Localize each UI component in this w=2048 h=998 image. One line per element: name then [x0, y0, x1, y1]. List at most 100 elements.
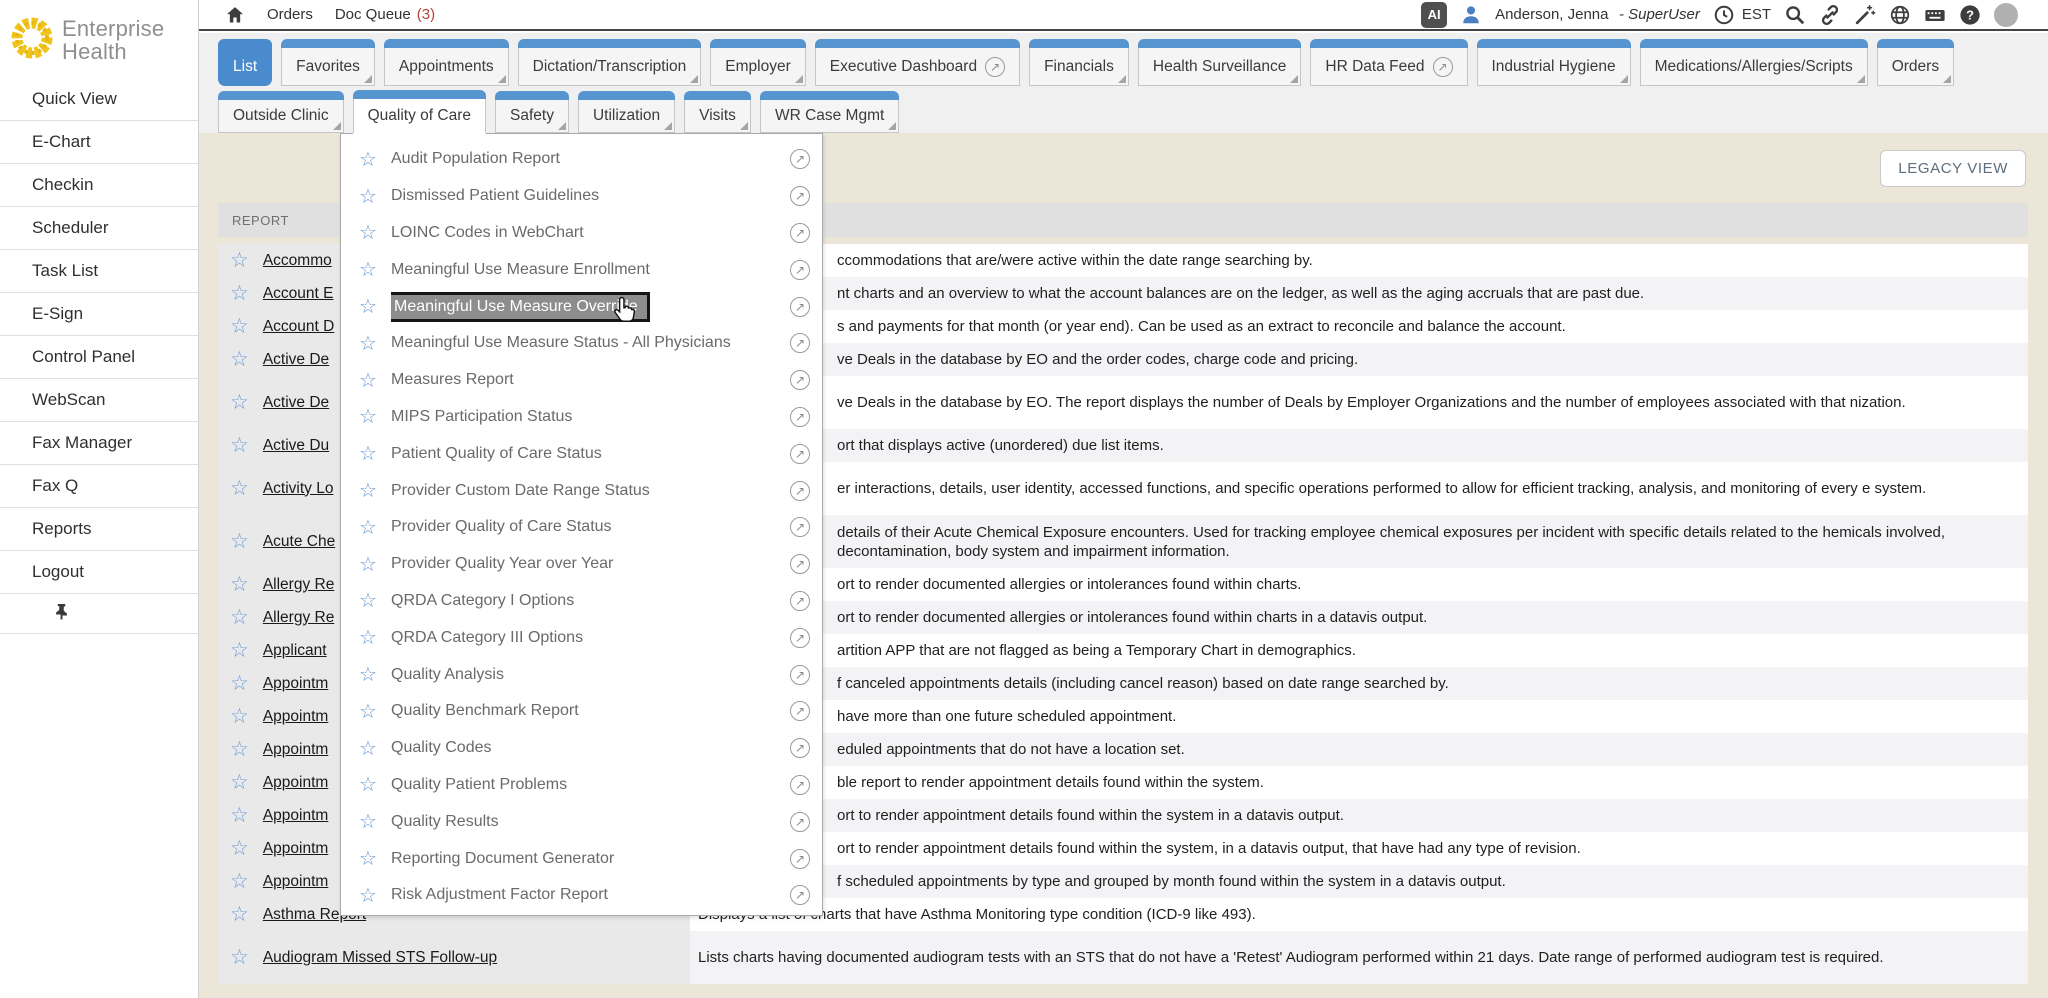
- favorite-star-icon[interactable]: ☆: [359, 846, 383, 871]
- menu-item[interactable]: ☆ Quality Patient Problems ↗: [341, 767, 822, 804]
- sidebar-item[interactable]: Fax Q: [0, 465, 198, 508]
- favorite-star-icon[interactable]: ☆: [359, 184, 383, 209]
- report-link[interactable]: Account E: [263, 285, 334, 303]
- open-new-window-icon[interactable]: ↗: [790, 701, 810, 721]
- open-new-window-icon[interactable]: ↗: [790, 333, 810, 353]
- report-link[interactable]: Active De: [263, 351, 329, 369]
- favorite-star-icon[interactable]: ☆: [359, 662, 383, 687]
- report-link[interactable]: Appointm: [263, 840, 328, 858]
- favorite-star-icon[interactable]: ☆: [230, 704, 249, 729]
- tab[interactable]: List ↗: [218, 39, 272, 86]
- open-new-window-icon[interactable]: ↗: [790, 591, 810, 611]
- favorite-star-icon[interactable]: ☆: [359, 588, 383, 613]
- report-link[interactable]: Account D: [263, 318, 335, 336]
- sidebar-item[interactable]: E-Chart: [0, 121, 198, 164]
- menu-item[interactable]: ☆ Reporting Document Generator ↗: [341, 840, 822, 877]
- favorite-star-icon[interactable]: ☆: [359, 772, 383, 797]
- report-link[interactable]: Accommo: [263, 252, 332, 270]
- menu-item[interactable]: ☆ Measures Report ↗: [341, 362, 822, 399]
- menu-item[interactable]: ☆ Risk Adjustment Factor Report ↗: [341, 877, 822, 914]
- favorite-star-icon[interactable]: ☆: [359, 478, 383, 503]
- favorite-star-icon[interactable]: ☆: [230, 314, 249, 339]
- menu-item[interactable]: ☆ QRDA Category I Options ↗: [341, 583, 822, 620]
- menu-item[interactable]: ☆ Patient Quality of Care Status ↗: [341, 435, 822, 472]
- open-new-window-icon[interactable]: ↗: [790, 370, 810, 390]
- tab[interactable]: Utilization ↗: [578, 91, 675, 133]
- open-new-window-icon[interactable]: ↗: [790, 517, 810, 537]
- favorite-star-icon[interactable]: ☆: [359, 441, 383, 466]
- open-new-window-icon[interactable]: ↗: [790, 481, 810, 501]
- search-icon[interactable]: [1784, 4, 1806, 26]
- menu-item[interactable]: ☆ Provider Custom Date Range Status ↗: [341, 472, 822, 509]
- tab[interactable]: Dictation/Transcription ↗: [518, 39, 702, 86]
- report-link[interactable]: Allergy Re: [263, 609, 335, 627]
- favorite-star-icon[interactable]: ☆: [359, 147, 383, 172]
- tab[interactable]: Safety ↗: [495, 91, 569, 133]
- tab[interactable]: Medications/Allergies/Scripts ↗: [1640, 39, 1868, 86]
- favorite-star-icon[interactable]: ☆: [230, 605, 249, 630]
- menu-item[interactable]: ☆ Quality Codes ↗: [341, 730, 822, 767]
- sidebar-item[interactable]: Task List: [0, 250, 198, 293]
- favorite-star-icon[interactable]: ☆: [230, 671, 249, 696]
- open-new-window-icon[interactable]: ↗: [790, 149, 810, 169]
- open-new-window-icon[interactable]: ↗: [790, 554, 810, 574]
- sidebar-item[interactable]: Fax Manager: [0, 422, 198, 465]
- menu-item[interactable]: ☆ QRDA Category III Options ↗: [341, 619, 822, 656]
- tab[interactable]: Industrial Hygiene ↗: [1477, 39, 1631, 86]
- favorite-star-icon[interactable]: ☆: [230, 737, 249, 762]
- favorite-star-icon[interactable]: ☆: [230, 476, 249, 501]
- tab[interactable]: Quality of Care ↗: [353, 90, 486, 133]
- report-link[interactable]: Allergy Re: [263, 576, 335, 594]
- user-name[interactable]: Anderson, Jenna: [1495, 6, 1608, 23]
- menu-item[interactable]: ☆ LOINC Codes in WebChart ↗: [341, 215, 822, 252]
- tab[interactable]: Visits ↗: [684, 91, 751, 133]
- open-new-window-icon[interactable]: ↗: [790, 885, 810, 905]
- tab[interactable]: Orders ↗: [1877, 39, 1954, 86]
- report-link[interactable]: Activity Lo: [263, 480, 334, 498]
- report-link[interactable]: Appointm: [263, 807, 328, 825]
- tab[interactable]: Favorites ↗: [281, 39, 375, 86]
- report-link[interactable]: Appointm: [263, 741, 328, 759]
- globe-icon[interactable]: [1889, 4, 1911, 26]
- ai-badge[interactable]: AI: [1421, 2, 1447, 28]
- sidebar-item[interactable]: WebScan: [0, 379, 198, 422]
- tab[interactable]: Health Surveillance ↗: [1138, 39, 1302, 86]
- report-link[interactable]: Applicant: [263, 642, 327, 660]
- menu-item[interactable]: ☆ Audit Population Report ↗: [341, 141, 822, 178]
- open-new-window-icon[interactable]: ↗: [790, 849, 810, 869]
- legacy-view-button[interactable]: LEGACY VIEW: [1880, 150, 2026, 187]
- favorite-star-icon[interactable]: ☆: [230, 433, 249, 458]
- sidebar-item[interactable]: Checkin: [0, 164, 198, 207]
- favorite-star-icon[interactable]: ☆: [359, 736, 383, 761]
- favorite-star-icon[interactable]: ☆: [359, 515, 383, 540]
- open-new-window-icon[interactable]: ↗: [790, 407, 810, 427]
- tab[interactable]: Financials ↗: [1029, 39, 1129, 86]
- report-link[interactable]: Appointm: [263, 675, 328, 693]
- tab[interactable]: Outside Clinic ↗: [218, 91, 344, 133]
- keyboard-icon[interactable]: [1924, 4, 1946, 26]
- favorite-star-icon[interactable]: ☆: [359, 257, 383, 282]
- open-new-window-icon[interactable]: ↗: [790, 444, 810, 464]
- report-link[interactable]: Active De: [263, 394, 329, 412]
- menu-item[interactable]: ☆ Provider Quality of Care Status ↗: [341, 509, 822, 546]
- tab[interactable]: Appointments ↗: [384, 39, 509, 86]
- sidebar-item[interactable]: Quick View: [0, 78, 198, 121]
- menu-item[interactable]: ☆ Provider Quality Year over Year ↗: [341, 546, 822, 583]
- home-icon[interactable]: [225, 5, 245, 25]
- favorite-star-icon[interactable]: ☆: [230, 638, 249, 663]
- menu-item[interactable]: ☆ Meaningful Use Measure Status - All Ph…: [341, 325, 822, 362]
- help-icon[interactable]: ?: [1959, 4, 1981, 26]
- open-new-window-icon[interactable]: ↗: [790, 260, 810, 280]
- open-new-window-icon[interactable]: ↗: [790, 223, 810, 243]
- link-icon[interactable]: [1819, 4, 1841, 26]
- favorite-star-icon[interactable]: ☆: [230, 390, 249, 415]
- favorite-star-icon[interactable]: ☆: [230, 770, 249, 795]
- report-link[interactable]: Appointm: [263, 708, 328, 726]
- report-link[interactable]: Appointm: [263, 873, 328, 891]
- favorite-star-icon[interactable]: ☆: [359, 552, 383, 577]
- open-new-window-icon[interactable]: ↗: [790, 812, 810, 832]
- favorite-star-icon[interactable]: ☆: [230, 572, 249, 597]
- report-link[interactable]: Audiogram Missed STS Follow-up: [263, 949, 497, 967]
- tab[interactable]: Executive Dashboard ↗: [815, 39, 1020, 86]
- tab[interactable]: Employer ↗: [710, 39, 805, 86]
